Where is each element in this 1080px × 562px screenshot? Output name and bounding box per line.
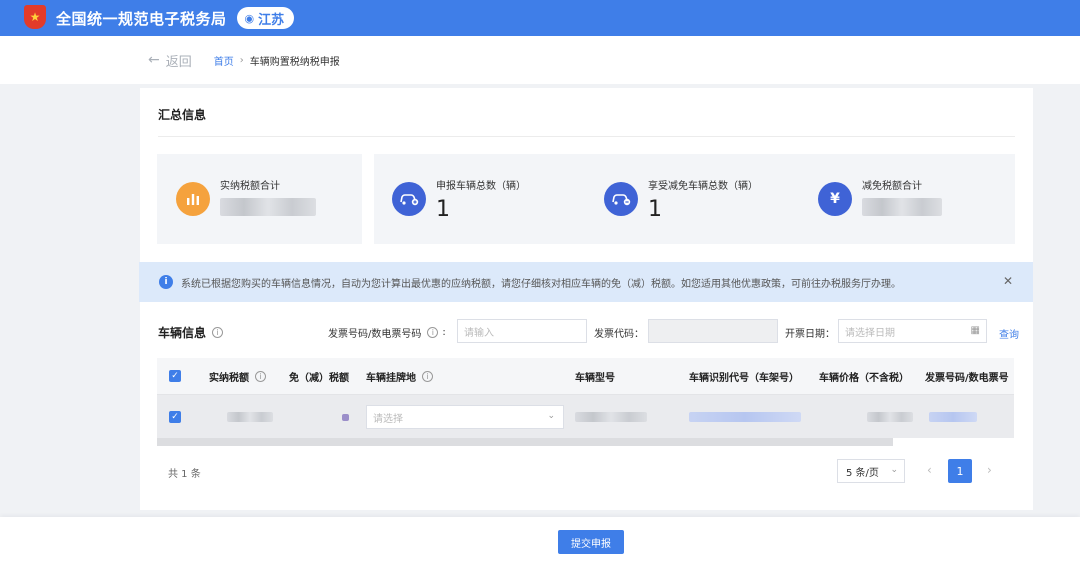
next-page-icon[interactable]: ›: [987, 463, 992, 477]
close-icon[interactable]: ✕: [1003, 274, 1013, 288]
page-size-select[interactable]: 5 条/页 ⌄: [837, 459, 905, 483]
summary-card-tax: 实纳税额合计: [157, 154, 362, 244]
info-notice: i 系统已根据您购买的车辆信息情况，自动为您计算出最优惠的应纳税额，请您仔细核对…: [139, 262, 1033, 302]
calendar-icon: ▦: [970, 325, 980, 336]
footer-bar: 提交申报: [0, 517, 1080, 562]
page-number-current[interactable]: 1: [948, 459, 972, 483]
stat-value: 1: [648, 196, 662, 222]
submit-button[interactable]: 提交申报: [558, 530, 624, 554]
summary-divider: [158, 136, 1015, 137]
summary-title: 汇总信息: [158, 108, 207, 122]
stat-label: 享受减免车辆总数（辆）: [648, 180, 758, 192]
top-bar: ★ 全国统一规范电子税务局 ◉ 江苏: [0, 0, 1080, 36]
table-row: ✓ 请选择 ⌄: [157, 394, 1014, 438]
issue-date-label: 开票日期：: [785, 329, 835, 340]
location-pin-icon: ◉: [244, 11, 255, 25]
cell-model-blurred: [575, 395, 647, 439]
cell-price-blurred: [867, 395, 913, 439]
col-actual-tax: 实纳税额 i: [209, 358, 266, 394]
chevron-down-icon: ⌄: [547, 411, 555, 421]
back-label: 返回: [165, 54, 192, 70]
info-circle-icon[interactable]: i: [212, 327, 224, 338]
col-vehicle-model: 车辆型号: [575, 372, 615, 384]
col-plate-location: 车辆挂牌地 i: [366, 358, 433, 394]
info-circle-icon[interactable]: i: [255, 370, 266, 382]
breadcrumb-separator-icon: ›: [239, 54, 244, 66]
info-circle-icon[interactable]: i: [427, 327, 439, 338]
stat-value-blurred: [220, 197, 316, 222]
site-title: 全国统一规范电子税务局: [56, 9, 227, 28]
stat-label: 减免税额合计: [862, 180, 922, 192]
row-checkbox[interactable]: ✓: [169, 411, 181, 423]
plate-location-select[interactable]: 请选择 ⌄: [366, 405, 564, 429]
col-vin: 车辆识别代号（车架号）: [689, 372, 799, 384]
invoice-no-label: 发票号码/数电票号码 i :: [328, 327, 446, 340]
back-arrow-icon: ←: [148, 52, 160, 68]
stat-label: 实纳税额合计: [220, 180, 280, 192]
vehicle-info-title: 车辆信息 i: [158, 324, 224, 341]
invoice-no-input[interactable]: 请输入: [457, 319, 587, 343]
total-count: 共 1 条: [168, 469, 201, 480]
car-minus-icon: [604, 182, 638, 216]
breadcrumb-current: 车辆购置税纳税申报: [249, 56, 340, 68]
table-header: ✓ 实纳税额 i 免（减）税额 车辆挂牌地 i 车辆型号 车辆识别代号（车架号）…: [157, 358, 1014, 394]
col-exempt-tax: 免（减）税额: [289, 372, 349, 384]
info-icon: i: [159, 275, 173, 289]
stat-label: 申报车辆总数（辆）: [436, 180, 526, 192]
chevron-down-icon: ⌄: [890, 465, 898, 475]
summary-card-vehicles: 申报车辆总数（辆） 1 享受减免车辆总数（辆） 1 ¥ 减免税额合计: [374, 154, 1015, 244]
notice-text: 系统已根据您购买的车辆信息情况，自动为您计算出最优惠的应纳税额，请您仔细核对相应…: [181, 278, 901, 290]
cell-invoice-blurred: [929, 395, 977, 439]
horizontal-scrollbar[interactable]: [157, 438, 893, 446]
invoice-code-label: 发票代码：: [594, 329, 644, 340]
breadcrumb-bar: ← 返回 首页 › 车辆购置税纳税申报: [0, 36, 1080, 84]
col-vehicle-price: 车辆价格（不含税）: [819, 372, 909, 384]
prev-page-icon[interactable]: ‹: [927, 463, 932, 477]
select-all-checkbox[interactable]: ✓: [169, 370, 181, 382]
yen-cycle-icon: ¥: [818, 182, 852, 216]
back-button[interactable]: ← 返回: [148, 51, 192, 70]
cell-vin-blurred: [689, 395, 801, 439]
region-label: 江苏: [258, 12, 285, 28]
query-button[interactable]: 查询: [999, 326, 1019, 341]
stat-value-blurred: [862, 197, 942, 222]
info-circle-icon[interactable]: i: [422, 370, 433, 382]
invoice-code-input[interactable]: [648, 319, 778, 343]
issue-date-picker[interactable]: 请选择日期 ▦: [838, 319, 987, 343]
cell-actual-tax-blurred: [227, 395, 273, 439]
cell-exempt-tax-blurred: [342, 395, 349, 439]
tax-emblem-icon: ★: [24, 5, 48, 31]
bar-chart-icon: [176, 182, 210, 216]
breadcrumb-home-link[interactable]: 首页: [214, 53, 234, 68]
col-invoice-no: 发票号码/数电票号: [925, 372, 1009, 384]
region-selector[interactable]: ◉ 江苏: [236, 7, 295, 29]
car-add-icon: [392, 182, 426, 216]
stat-value: 1: [436, 196, 450, 222]
